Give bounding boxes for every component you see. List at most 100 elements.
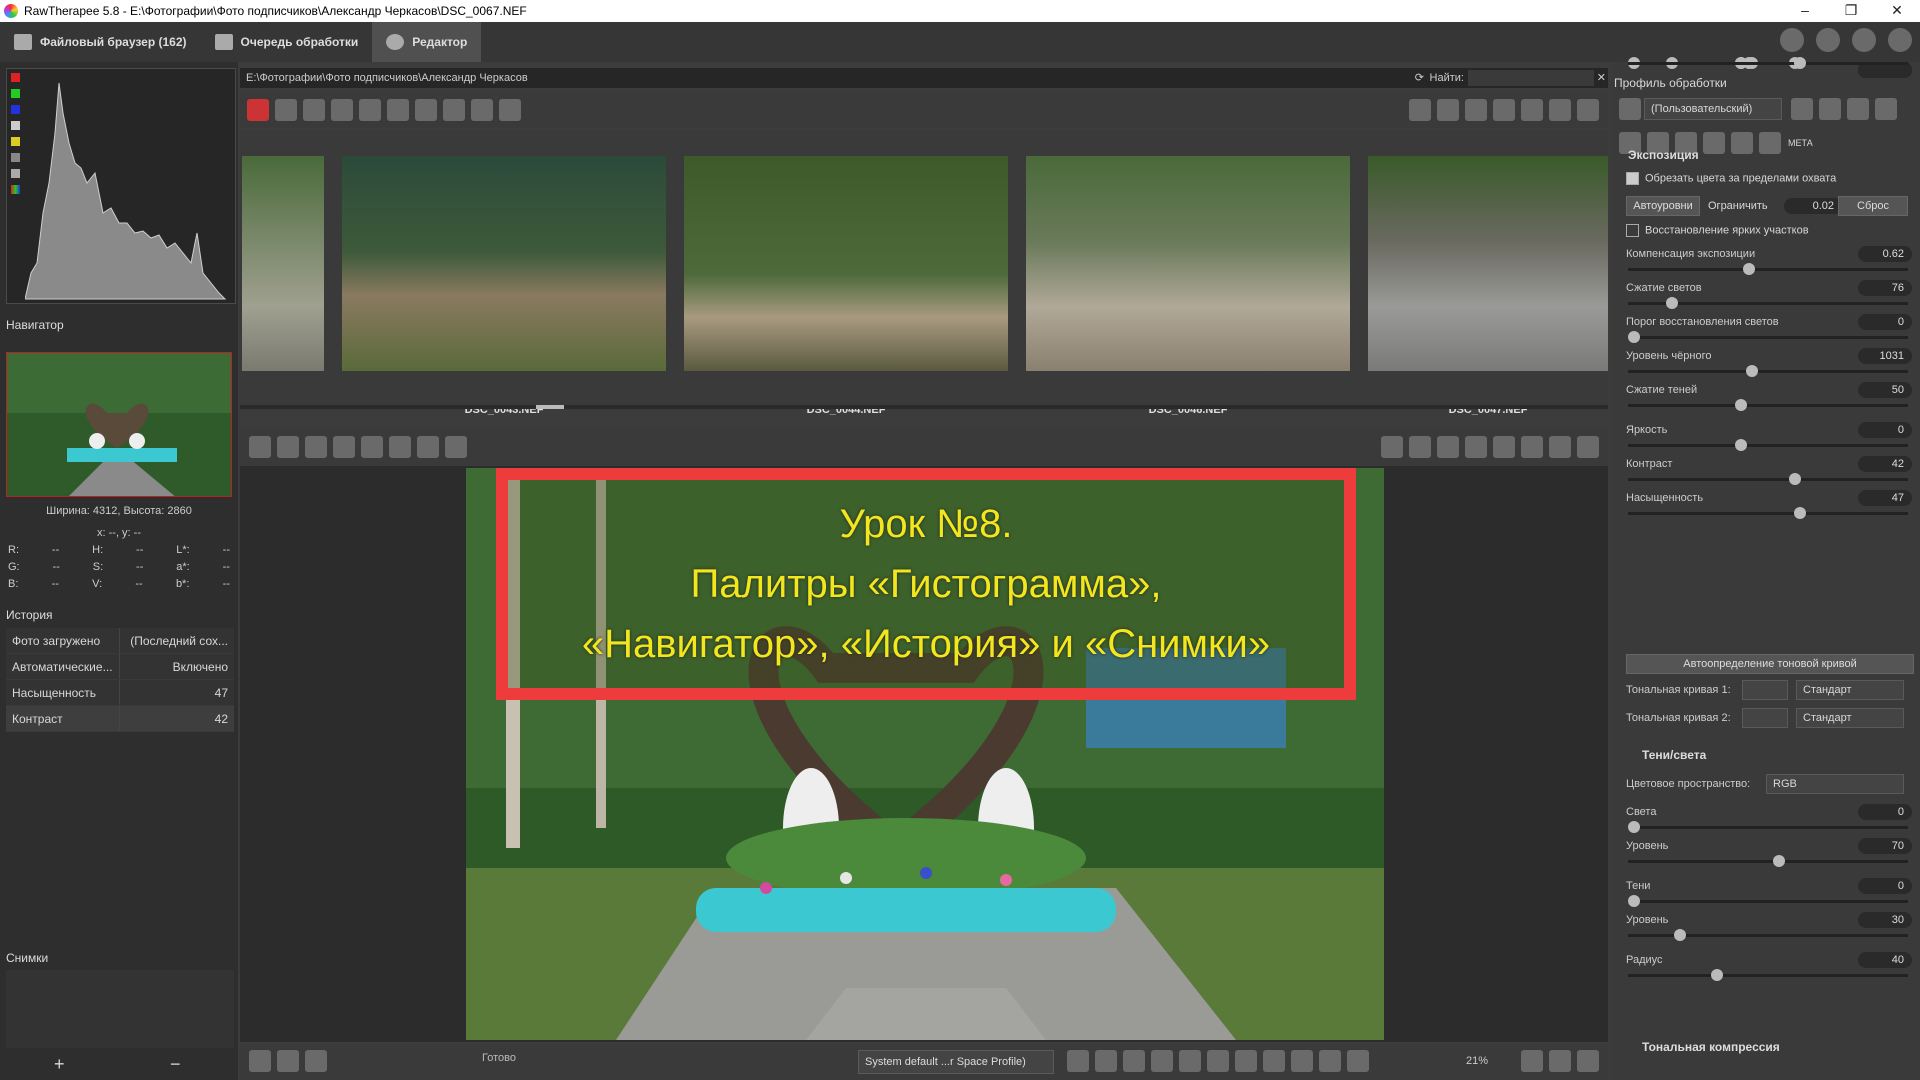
flip-horizontal-icon[interactable] <box>1577 99 1599 121</box>
zoom-in-icon[interactable] <box>1263 1050 1285 1072</box>
fullscreen-icon[interactable] <box>1888 28 1912 52</box>
meta-tab[interactable]: МЕТА <box>1788 138 1813 148</box>
blue-channel-toggle[interactable] <box>11 105 20 114</box>
hide-left-panel-icon[interactable] <box>249 436 271 458</box>
slider-knob[interactable] <box>1628 895 1640 907</box>
mode-toggle[interactable] <box>11 185 20 194</box>
hide-right-panel-icon[interactable] <box>1577 1050 1599 1072</box>
filmstrip-scrollbar[interactable] <box>240 405 1608 409</box>
slider-knob[interactable] <box>1628 331 1640 343</box>
slider-value[interactable]: 0.62 <box>1858 246 1912 262</box>
curve2-type-select[interactable] <box>1742 708 1788 728</box>
slider-track[interactable] <box>1628 439 1908 451</box>
green-channel-toggle[interactable] <box>11 89 20 98</box>
color-label-filter-icon[interactable] <box>303 99 325 121</box>
minimize-button[interactable]: – <box>1782 0 1828 22</box>
white-balance-picker-icon[interactable] <box>361 436 383 458</box>
softproof-icon[interactable] <box>1095 1050 1117 1072</box>
hand-icon[interactable] <box>1409 99 1431 121</box>
flip-vertical-icon[interactable] <box>1549 99 1571 121</box>
rotate-right-icon[interactable] <box>1521 99 1543 121</box>
maximize-button[interactable]: ❐ <box>1828 0 1874 22</box>
trash-filter-icon[interactable] <box>387 99 409 121</box>
snapshots-list[interactable] <box>6 970 234 1048</box>
save-icon[interactable] <box>249 1050 271 1072</box>
advanced-tab-icon[interactable] <box>1703 132 1725 154</box>
paste-profile-icon[interactable] <box>1875 98 1897 120</box>
filter-icon[interactable] <box>247 99 269 121</box>
slider-knob[interactable] <box>1735 399 1747 411</box>
focus-mask-icon[interactable] <box>1409 436 1431 458</box>
profile-list-icon[interactable] <box>1619 98 1641 120</box>
slider-value[interactable]: 50 <box>1858 382 1912 398</box>
slider-track[interactable] <box>1628 473 1908 485</box>
hand-tool-icon[interactable] <box>333 436 355 458</box>
tab-editor[interactable]: Редактор <box>372 22 482 62</box>
zoom-fill-icon[interactable] <box>1319 1050 1341 1072</box>
zoom-100-icon[interactable] <box>1347 1050 1369 1072</box>
raw-toggle[interactable] <box>11 153 20 162</box>
slider-knob[interactable] <box>1628 821 1640 833</box>
raw-tab-icon[interactable] <box>1759 132 1781 154</box>
slider-track[interactable] <box>1628 895 1908 907</box>
slider-knob[interactable] <box>1711 969 1723 981</box>
hide-filmstrip-icon[interactable] <box>1577 436 1599 458</box>
slider-knob[interactable] <box>1789 473 1801 485</box>
zoom-fit-icon[interactable] <box>1291 1050 1313 1072</box>
fullscreen-icon[interactable] <box>1549 1050 1571 1072</box>
slider-track[interactable] <box>1628 331 1908 343</box>
load-profile-icon[interactable] <box>1791 98 1813 120</box>
rotate-right-icon[interactable] <box>1521 436 1543 458</box>
recent-filter-icon[interactable] <box>359 99 381 121</box>
slider-track[interactable] <box>1628 297 1908 309</box>
exposure-section-title[interactable]: Экспозиция <box>1628 148 1699 162</box>
color-picker-icon[interactable] <box>389 436 411 458</box>
help-icon[interactable] <box>1816 28 1840 52</box>
clip-value[interactable]: 0.02 <box>1784 198 1842 214</box>
profile-select[interactable]: (Пользовательский) <box>1644 98 1782 120</box>
slider-value[interactable]: 76 <box>1858 280 1912 296</box>
layout-icon[interactable] <box>1852 28 1876 52</box>
gamut-warning-icon[interactable] <box>1123 1050 1145 1072</box>
history-row[interactable]: Автоматические... Включено <box>6 654 234 680</box>
auto-tone-curve-button[interactable]: Автоопределение тоновой кривой <box>1626 654 1914 674</box>
add-snapshot-button[interactable]: + <box>54 1054 65 1075</box>
close-button[interactable]: ✕ <box>1874 0 1920 22</box>
curve2-mode-select[interactable]: Стандарт <box>1796 708 1904 728</box>
original-icon[interactable] <box>415 99 437 121</box>
intent-icon[interactable] <box>1067 1050 1089 1072</box>
favorite-icon[interactable] <box>1780 28 1804 52</box>
curve1-type-select[interactable] <box>1742 680 1788 700</box>
before-after-icon[interactable] <box>305 436 327 458</box>
straighten-icon[interactable] <box>1465 99 1487 121</box>
slider-value[interactable]: 30 <box>1858 912 1912 928</box>
slider-track[interactable] <box>1628 855 1908 867</box>
slider-value[interactable]: 0 <box>1858 804 1912 820</box>
output-profile-select[interactable]: System default ...r Space Profile) <box>858 1050 1054 1074</box>
navigator-preview[interactable] <box>6 352 232 497</box>
slider-value[interactable]: 47 <box>1858 490 1912 506</box>
history-row[interactable]: Фото загружено (Последний сох... <box>6 628 234 654</box>
slider-value[interactable]: 0 <box>1858 314 1912 330</box>
slider-track[interactable] <box>1628 399 1908 411</box>
thumbnail[interactable] <box>242 156 324 371</box>
slider-knob[interactable] <box>1773 855 1785 867</box>
slider-track[interactable] <box>1628 929 1908 941</box>
previous-image-icon[interactable] <box>1151 1050 1173 1072</box>
slider-value[interactable]: 42 <box>1858 456 1912 472</box>
next-image-icon[interactable] <box>1207 1050 1229 1072</box>
thumbnail[interactable]: DSC_0046.NEF <box>1026 156 1350 416</box>
slider-track[interactable] <box>1628 969 1908 981</box>
slider-track[interactable] <box>1628 821 1908 833</box>
slider-value[interactable]: 0 <box>1858 422 1912 438</box>
sync-icon[interactable] <box>1179 1050 1201 1072</box>
tone-compression-title[interactable]: Тональная компрессия <box>1642 1040 1780 1054</box>
save-profile-icon[interactable] <box>1819 98 1841 120</box>
thumbnail[interactable]: DSC_0044.NEF <box>684 156 1008 416</box>
slider-knob[interactable] <box>1666 297 1678 309</box>
clear-find-icon[interactable]: ✕ <box>1597 68 1606 88</box>
highlight-recovery-checkbox[interactable]: Восстановление ярких участков <box>1626 224 1809 237</box>
tab-file-browser[interactable]: Файловый браузер (162) <box>0 22 201 62</box>
bar-toggle[interactable] <box>11 169 20 178</box>
slider-track[interactable] <box>1628 365 1908 377</box>
